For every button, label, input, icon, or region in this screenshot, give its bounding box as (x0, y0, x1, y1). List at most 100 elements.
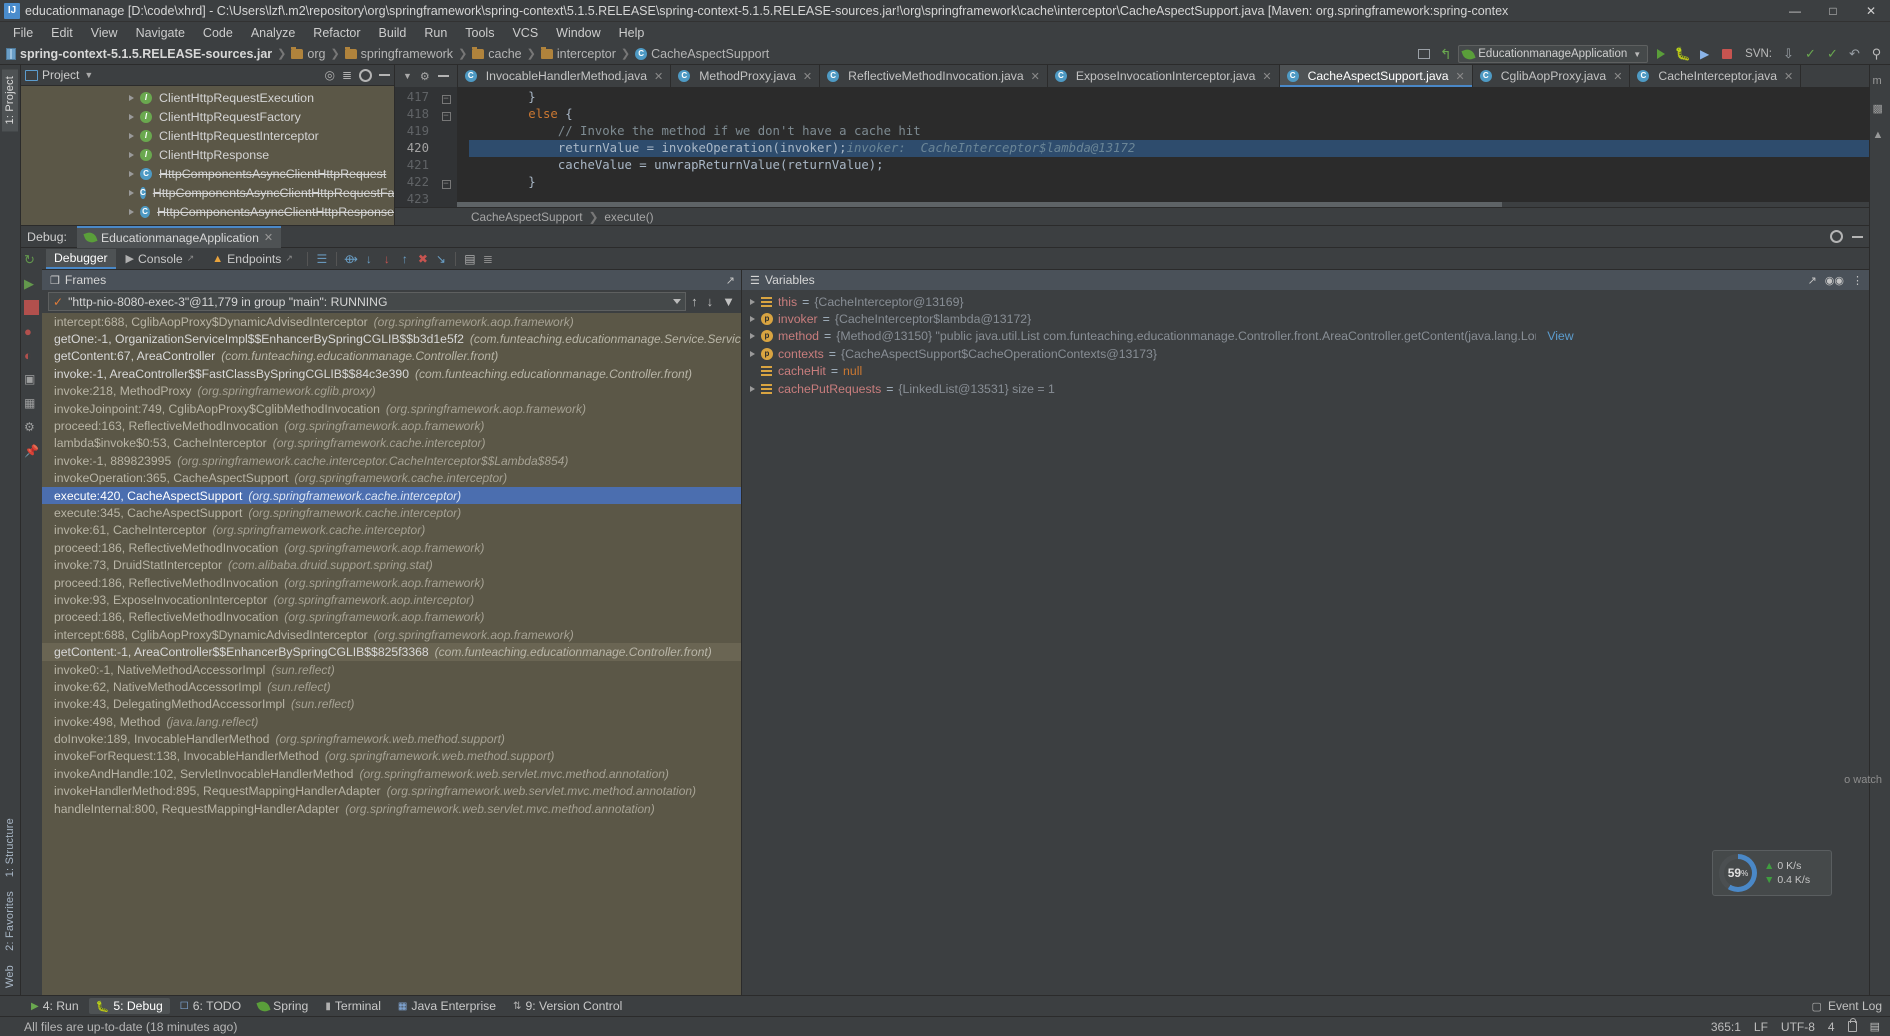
expand-arrow-icon[interactable] (129, 189, 134, 196)
run-configuration-selector[interactable]: EducationmanageApplication ▼ (1458, 45, 1649, 63)
menu-code[interactable]: Code (194, 24, 242, 42)
layout-icon[interactable]: ≣ (480, 251, 496, 267)
close-icon[interactable]: ✕ (1613, 70, 1622, 83)
frame-row[interactable]: invoke:73, DruidStatInterceptor (com.alib… (42, 556, 741, 573)
close-icon[interactable]: ✕ (1456, 70, 1465, 83)
fold-minus-icon[interactable]: − (441, 180, 451, 189)
frame-row[interactable]: intercept:688, CglibAopProxy$DynamicAdvi… (42, 626, 741, 643)
maven-icon[interactable]: m (1873, 75, 1888, 90)
expand-arrow-icon[interactable] (750, 385, 755, 392)
rerun-icon[interactable]: ↻ (24, 252, 39, 267)
tool-button-run[interactable]: ▶ 4: Run (24, 998, 86, 1014)
thread-selector[interactable]: ✓ "http-nio-8080-exec-3"@11,779 in group… (48, 292, 687, 311)
settings-icon[interactable]: ⋮ (1852, 274, 1863, 287)
frame-row[interactable]: proceed:186, ReflectiveMethodInvocation (… (42, 539, 741, 556)
expand-arrow-icon[interactable] (129, 132, 134, 139)
frame-row[interactable]: getContent:67, AreaController (com.funtea… (42, 348, 741, 365)
vcs-rollback-icon[interactable]: ↶ (1845, 45, 1864, 64)
sidebar-item-project[interactable]: 1: Project (2, 69, 18, 132)
step-into-icon[interactable]: ↓ (361, 251, 377, 267)
frame-row[interactable]: invokeAndHandle:102, ServletInvocableHan… (42, 765, 741, 782)
tab-cglibaopproxy[interactable]: C CglibAopProxy.java ✕ (1472, 65, 1631, 87)
breadcrumb-class[interactable]: CacheAspectSupport (471, 210, 582, 224)
frame-row[interactable]: invokeOperation:365, CacheAspectSupport (… (42, 470, 741, 487)
detach-icon[interactable]: ↗ (187, 253, 195, 264)
close-icon[interactable]: ✕ (654, 70, 663, 83)
run-coverage-button[interactable]: ▶ (1695, 45, 1714, 64)
gear-icon[interactable] (359, 68, 372, 82)
tree-node[interactable]: I ClientHttpRequestExecution (21, 88, 394, 107)
tool-button-spring[interactable]: Spring (251, 998, 315, 1014)
tree-node[interactable]: I ClientHttpResponse (21, 145, 394, 164)
close-button[interactable]: ✕ (1852, 0, 1890, 22)
menu-file[interactable]: File (4, 24, 42, 42)
tab-console[interactable]: ▶ Console ↗ (118, 250, 203, 268)
expand-arrow-icon[interactable] (129, 151, 134, 158)
breadcrumb-springframework[interactable]: springframework (361, 47, 453, 61)
menu-help[interactable]: Help (610, 24, 654, 42)
search-everywhere-icon[interactable]: ⚲ (1867, 45, 1886, 64)
frame-row-selected[interactable]: execute:420, CacheAspectSupport (org.spri… (42, 486, 741, 505)
variable-row[interactable]: p method = {Method@13150} "public java.u… (742, 328, 1869, 345)
breadcrumb-method[interactable]: execute() (604, 210, 653, 224)
frames-list[interactable]: intercept:688, CglibAopProxy$DynamicAdvi… (42, 313, 741, 995)
hide-icon[interactable] (1852, 235, 1863, 238)
close-icon[interactable]: ✕ (1262, 70, 1271, 83)
stop-button[interactable] (1717, 45, 1736, 64)
evaluate-expression-icon[interactable]: ▤ (462, 251, 478, 267)
menu-navigate[interactable]: Navigate (127, 24, 194, 42)
fold-minus-icon[interactable]: − (441, 95, 451, 104)
hide-editor-icon[interactable] (437, 75, 449, 77)
caret-position[interactable]: 365:1 (1711, 1020, 1741, 1034)
detach-icon[interactable]: ↗ (1808, 274, 1817, 287)
tab-cacheaspectsupport[interactable]: C CacheAspectSupport.java ✕ (1279, 65, 1473, 87)
breadcrumb-jar[interactable]: spring-context-5.1.5.RELEASE-sources.jar (20, 47, 272, 61)
tree-node[interactable]: C HttpComponentsAsyncClientHttpResponse (21, 202, 394, 221)
frame-row[interactable]: invoke0:-1, NativeMethodAccessorImpl (sun… (42, 661, 741, 678)
menu-refactor[interactable]: Refactor (304, 24, 369, 42)
filter-icon[interactable]: ▼ (722, 294, 735, 309)
run-button[interactable] (1651, 45, 1670, 64)
tab-methodproxy[interactable]: C MethodProxy.java ✕ (671, 65, 821, 87)
code-lines[interactable]: } else { // Invoke the method if we don'… (457, 87, 1869, 207)
menu-vcs[interactable]: VCS (503, 24, 547, 42)
vcs-commit-icon[interactable]: ✓ (1801, 45, 1820, 64)
tab-exposeinvocationinterceptor[interactable]: C ExposeInvocationInterceptor.java ✕ (1047, 65, 1280, 87)
frame-row[interactable]: getContent:-1, AreaController$$EnhancerB… (42, 643, 741, 661)
indent-size[interactable]: 4 (1828, 1020, 1835, 1034)
frame-row[interactable]: invoke:93, ExposeInvocationInterceptor (o… (42, 591, 741, 608)
debug-session-tab[interactable]: EducationmanageApplication ✕ (76, 225, 282, 248)
expand-arrow-icon[interactable] (750, 316, 755, 323)
project-tree[interactable]: I ClientHttpRequestExecution I ClientHtt… (21, 86, 394, 225)
performance-widget[interactable]: 59% ▲ 0 K/s ▼ 0.4 K/s (1712, 850, 1832, 896)
locate-file-icon[interactable]: ◎ (324, 68, 334, 82)
chevron-down-icon[interactable]: ▼ (403, 71, 412, 81)
view-breakpoints-icon[interactable]: ● (24, 324, 39, 339)
frame-row[interactable]: invoke:218, MethodProxy (org.springframew… (42, 383, 741, 400)
open-in-window-icon[interactable] (1414, 45, 1433, 64)
run-to-cursor-icon[interactable]: ↘ (433, 251, 449, 267)
detach-icon[interactable]: ↗ (285, 253, 293, 264)
sidebar-item-structure[interactable]: 1: Structure (2, 811, 18, 884)
chevron-down-icon[interactable] (673, 299, 682, 304)
tree-node[interactable]: I ClientHttpRequestInterceptor (21, 126, 394, 145)
frame-row[interactable]: handleInternal:800, RequestMappingHandle… (42, 800, 741, 817)
frame-row[interactable]: invoke:498, Method (java.lang.reflect) (42, 713, 741, 730)
expand-arrow-icon[interactable] (750, 333, 755, 340)
frame-row[interactable]: proceed:163, ReflectiveMethodInvocation (… (42, 417, 741, 434)
breadcrumb-cache[interactable]: cache (488, 47, 521, 61)
glasses-icon[interactable]: ◉◉ (1825, 274, 1844, 287)
lock-icon[interactable] (1847, 1018, 1857, 1032)
menu-build[interactable]: Build (370, 24, 416, 42)
frame-row[interactable]: invoke:43, DelegatingMethodAccessorImpl (… (42, 696, 741, 713)
ant-icon[interactable]: ▲ (1873, 129, 1888, 144)
expand-arrow-icon[interactable] (129, 94, 134, 101)
frame-row[interactable]: invoke:-1, AreaController$$FastClassBySp… (42, 365, 741, 382)
maximize-button[interactable]: □ (1814, 0, 1852, 22)
frame-row[interactable]: proceed:186, ReflectiveMethodInvocation (… (42, 574, 741, 591)
frame-row[interactable]: invokeHandlerMethod:895, RequestMappingH… (42, 783, 741, 800)
move-up-icon[interactable]: ↑ (691, 294, 698, 309)
settings-icon[interactable]: ⚙ (420, 70, 430, 83)
frame-row[interactable]: invoke:61, CacheInterceptor (org.springfr… (42, 522, 741, 539)
frame-row[interactable]: invokeForRequest:138, InvocableHandlerMe… (42, 748, 741, 765)
